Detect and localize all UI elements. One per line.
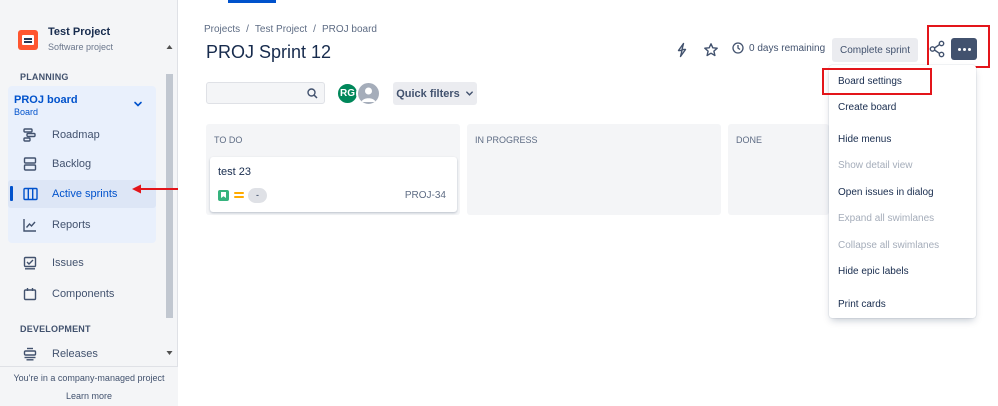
menu-item-collapse-all-swimlanes: Collapse all swimlanes: [838, 239, 940, 251]
project-header[interactable]: Test Project Software project: [18, 26, 113, 53]
menu-item-open-issues-in-dialog[interactable]: Open issues in dialog: [829, 179, 976, 205]
ship-icon: [22, 346, 38, 362]
backlog-icon: [22, 156, 38, 172]
components-icon: [22, 286, 38, 302]
board-selector-title: PROJ board: [14, 94, 78, 106]
column-title: IN PROGRESS: [475, 135, 538, 145]
highlight-box: [822, 68, 932, 95]
sidebar-item-components[interactable]: Components: [8, 280, 156, 308]
automation-bolt-icon[interactable]: [674, 42, 690, 58]
scroll-up-arrow-icon[interactable]: [166, 44, 173, 50]
sprint-time-remaining: 0 days remaining: [732, 42, 825, 54]
project-logo-icon: [18, 30, 38, 50]
chevron-down-icon: [465, 91, 473, 96]
project-name: Test Project: [48, 26, 111, 38]
sidebar-footer: You're in a company-managed project Lear…: [0, 366, 178, 406]
sidebar-item-reports[interactable]: Reports: [8, 211, 156, 239]
board-selector[interactable]: PROJ board Board: [14, 94, 78, 118]
sidebar-item-label: Active sprints: [52, 188, 118, 200]
sidebar-item-label: Reports: [52, 219, 91, 231]
issue-card[interactable]: test 23 - PROJ-34: [210, 157, 457, 212]
scroll-down-arrow-icon[interactable]: [166, 350, 173, 356]
menu-item-hide-menus[interactable]: Hide menus: [829, 126, 976, 152]
scrollbar-thumb[interactable]: [166, 74, 173, 318]
project-type: Software project: [48, 42, 114, 52]
section-label-planning: PLANNING: [20, 72, 69, 82]
sidebar-item-label: Backlog: [52, 158, 92, 170]
highlight-box: [927, 25, 990, 68]
project-mode-note: You're in a company-managed project: [13, 373, 165, 383]
quick-filters-dropdown[interactable]: Quick filters: [393, 82, 477, 105]
issue-card-title: test 23: [218, 166, 252, 178]
column-title: DONE: [736, 135, 763, 145]
chart-line-icon: [22, 217, 38, 233]
page-title: PROJ Sprint 12: [206, 42, 332, 62]
column-title: TO DO: [214, 135, 243, 145]
roadmap-icon: [22, 127, 38, 143]
active-indicator: [10, 186, 13, 201]
menu-item-create-board[interactable]: Create board: [829, 94, 976, 120]
board-column-in-progress: IN PROGRESS: [467, 124, 721, 215]
board-search[interactable]: [206, 82, 325, 104]
board-actions-menu: Board settings Create board Hide menus S…: [829, 65, 976, 318]
sidebar-item-label: Issues: [52, 257, 84, 269]
menu-item-hide-epic-labels[interactable]: Hide epic labels: [829, 258, 976, 284]
days-remaining-text: 0 days remaining: [749, 42, 826, 54]
estimate-badge: -: [248, 188, 267, 203]
top-nav-indicator: [228, 0, 276, 3]
breadcrumb-separator: /: [246, 24, 249, 35]
menu-item-show-detail-view: Show detail view: [838, 159, 913, 171]
sidebar-item-label: Releases: [52, 348, 98, 360]
clock-icon: [732, 42, 744, 54]
sidebar: Test Project Software project PLANNING P…: [0, 0, 178, 406]
breadcrumb: Projects / Test Project / PROJ board: [204, 24, 377, 35]
unassigned-avatar[interactable]: [356, 81, 381, 106]
sidebar-item-releases[interactable]: Releases: [8, 340, 156, 368]
sidebar-scrollbar[interactable]: [164, 44, 174, 366]
board-selector-subtitle: Board: [14, 107, 39, 117]
board-column-done: DONE: [728, 124, 829, 215]
breadcrumb-board[interactable]: PROJ board: [322, 24, 377, 35]
sidebar-item-issues[interactable]: Issues: [8, 249, 156, 277]
star-icon[interactable]: [703, 42, 719, 58]
issues-icon: [22, 255, 38, 271]
chevron-down-icon[interactable]: [133, 99, 143, 109]
user-icon: [361, 87, 376, 102]
menu-item-print-cards[interactable]: Print cards: [829, 291, 976, 317]
sidebar-item-backlog[interactable]: Backlog: [8, 150, 156, 178]
sidebar-item-label: Components: [52, 288, 115, 300]
complete-sprint-button[interactable]: Complete sprint: [832, 38, 918, 62]
story-icon: [218, 190, 229, 201]
search-icon: [307, 88, 318, 99]
issue-key: PROJ-34: [404, 190, 446, 201]
sidebar-item-roadmap[interactable]: Roadmap: [8, 121, 156, 149]
priority-medium-icon: [234, 192, 244, 199]
learn-more-link[interactable]: Learn more: [0, 391, 178, 401]
sidebar-item-label: Roadmap: [52, 129, 100, 141]
annotation-arrow-icon: [132, 184, 178, 194]
board-columns-icon: [22, 186, 38, 202]
breadcrumb-projects[interactable]: Projects: [204, 24, 240, 35]
quick-filters-label: Quick filters: [396, 87, 460, 100]
breadcrumb-separator: /: [313, 24, 316, 35]
breadcrumb-test-project[interactable]: Test Project: [255, 24, 307, 35]
section-label-development: DEVELOPMENT: [20, 324, 91, 334]
menu-item-expand-all-swimlanes: Expand all swimlanes: [838, 212, 935, 224]
